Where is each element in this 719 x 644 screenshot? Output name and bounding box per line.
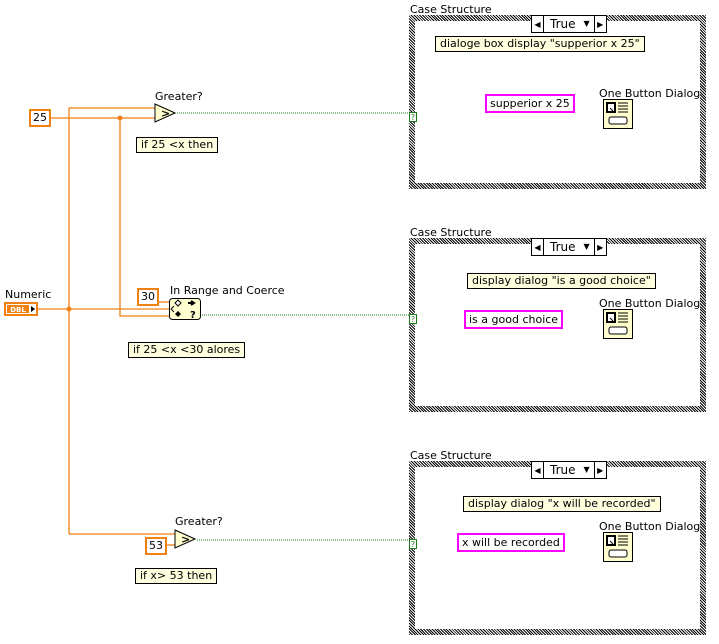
case-comment: dialoge box display "supperior x 25" <box>435 36 645 52</box>
case-comment: display dialog "x will be recorded" <box>463 496 661 512</box>
case-selector-value: True <box>550 17 576 31</box>
in-range-coerce-icon[interactable]: ? <box>169 298 201 320</box>
case-comment: display dialog "is a good choice" <box>467 273 656 289</box>
case-selector-terminal[interactable]: ? <box>409 539 417 549</box>
string-constant[interactable]: x will be recorded <box>457 533 565 552</box>
case-selector[interactable]: ◀ True ▼ ▶ <box>531 461 607 479</box>
decrement-arrow-icon[interactable]: ◀ <box>532 16 544 32</box>
svg-text:>: > <box>161 107 170 120</box>
case-selector[interactable]: ◀ True ▼ ▶ <box>531 238 607 256</box>
svg-text:>: > <box>181 533 190 546</box>
case-selector-value: True <box>550 463 576 477</box>
case-selector-value: True <box>550 240 576 254</box>
numeric-constant-53[interactable]: 53 <box>145 537 167 555</box>
svg-text:?: ? <box>190 310 196 320</box>
one-button-dialog-icon[interactable] <box>603 532 633 562</box>
case-structure[interactable]: ◀ True ▼ ▶ dialoge box display "supperior… <box>409 15 706 189</box>
increment-arrow-icon[interactable]: ▶ <box>593 239 606 255</box>
dbl-type-text: DBL <box>10 306 26 314</box>
one-button-dialog-icon[interactable] <box>603 309 633 339</box>
case-selector-terminal[interactable]: ? <box>409 112 417 122</box>
numeric-constant-25[interactable]: 25 <box>29 109 51 127</box>
numeric-control-label: Numeric <box>5 288 52 301</box>
greater-node-label: Greater? <box>155 90 203 103</box>
numeric-constant-30[interactable]: 30 <box>137 288 159 306</box>
comment-label: if x> 53 then <box>135 568 218 584</box>
wire-junction <box>66 306 72 312</box>
decrement-arrow-icon[interactable]: ◀ <box>532 239 544 255</box>
wire-junction <box>117 115 123 121</box>
comment-label: if 25 <x <30 alores <box>128 342 246 358</box>
case-structure[interactable]: ◀ True ▼ ▶ display dialog "x will be reco… <box>409 461 706 635</box>
greater-node-label: Greater? <box>175 515 223 528</box>
case-structure[interactable]: ◀ True ▼ ▶ display dialog "is a good choi… <box>409 238 706 412</box>
greater-than-icon[interactable]: > <box>174 529 196 549</box>
increment-arrow-icon[interactable]: ▶ <box>593 16 606 32</box>
string-constant[interactable]: is a good choice <box>464 310 564 329</box>
increment-arrow-icon[interactable]: ▶ <box>593 462 606 478</box>
dropdown-arrow-icon[interactable]: ▼ <box>584 462 590 478</box>
numeric-control-terminal[interactable]: DBL <box>4 302 38 316</box>
string-constant[interactable]: supperior x 25 <box>485 94 575 113</box>
in-range-coerce-label: In Range and Coerce <box>170 284 285 297</box>
dropdown-arrow-icon[interactable]: ▼ <box>584 239 590 255</box>
wire-numeric-bus <box>68 107 155 534</box>
comment-label: if 25 <x then <box>136 137 219 153</box>
one-button-dialog-icon[interactable] <box>603 99 633 129</box>
greater-than-icon[interactable]: > <box>154 103 176 123</box>
decrement-arrow-icon[interactable]: ◀ <box>532 462 544 478</box>
case-selector[interactable]: ◀ True ▼ ▶ <box>531 15 607 33</box>
case-selector-terminal[interactable]: ? <box>409 314 417 324</box>
dbl-terminal-icon: DBL <box>7 305 35 314</box>
dropdown-arrow-icon[interactable]: ▼ <box>584 16 590 32</box>
